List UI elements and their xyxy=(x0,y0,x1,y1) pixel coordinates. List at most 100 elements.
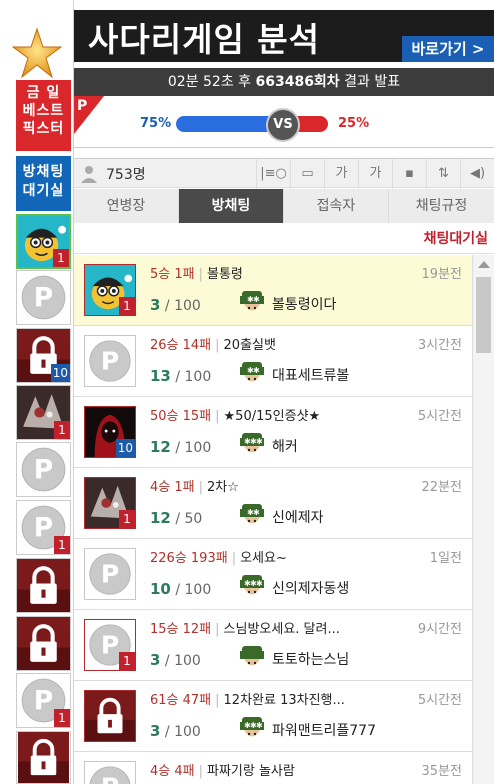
win-loss-record: 4승 1패 xyxy=(150,480,195,495)
room-avatar: P xyxy=(84,761,136,784)
room-header-line: 26승 14패 | 20출실뱃 xyxy=(150,334,276,353)
room-header-line: 5승 1패 | 볼통령 xyxy=(150,263,243,282)
room-row[interactable]: P 226승 193패 | 오세요~ 1일전 10 / 100 ✱ ✱ ✱ 신의제자동생 xyxy=(74,539,472,610)
result-announcement: 02분 52초 후 663486회차 결과 발표 xyxy=(74,68,494,96)
room-avatar: 1 xyxy=(84,477,136,529)
room-host: ✱ ✱ 대표세트류볼 xyxy=(238,362,349,386)
best-pickster-button[interactable]: 금 일 베스트 픽스터 xyxy=(16,80,71,151)
unread-badge: 1 xyxy=(54,421,70,439)
room-host: ✱ ✱ ✱ 파워맨트리플777 xyxy=(238,717,376,741)
default-p-avatar-icon: P xyxy=(85,762,135,784)
best-pickster-thumb[interactable]: P xyxy=(16,442,71,497)
star-icon xyxy=(12,27,62,79)
best-pickster-thumb[interactable] xyxy=(16,558,71,613)
font-small-icon[interactable]: 가 xyxy=(358,159,392,189)
room-row[interactable]: 1 5승 1패 | 볼통령 19분전 3 / 100 ✱ ✱ 볼통령이다 xyxy=(74,255,472,326)
shortcut-button[interactable]: 바로가기 > xyxy=(402,36,494,62)
svg-text:✱: ✱ xyxy=(253,508,260,517)
room-row[interactable]: 10 50승 15패 | ★50/15인증샷★ 5시간전 12 / 100 ✱ ✱ ✱ 해커 xyxy=(74,397,472,468)
chat-tabs: 연병장 방채팅 접속자 채팅규정 xyxy=(74,189,494,223)
max-count: 50 xyxy=(184,511,203,527)
win-loss-record: 50승 15패 xyxy=(150,409,212,424)
separator: | xyxy=(198,480,203,495)
default-p-avatar-icon: P xyxy=(17,443,70,496)
svg-text:✱: ✱ xyxy=(256,437,263,446)
tab-users[interactable]: 접속자 xyxy=(284,189,389,223)
room-time: 5시간전 xyxy=(417,409,462,424)
scroll-up-icon[interactable] xyxy=(478,261,490,268)
best-pickster-thumb[interactable]: P1 xyxy=(16,673,71,728)
unread-badge: 1 xyxy=(53,249,69,267)
best-pickster-thumb[interactable] xyxy=(16,731,71,784)
room-row[interactable]: P 26승 14패 | 20출실뱃 3시간전 13 / 100 ✱ ✱ 대표세트류볼 xyxy=(74,326,472,397)
current-count: 12 xyxy=(150,438,171,456)
best-pickster-thumb[interactable]: 10 xyxy=(16,328,71,383)
layout-icon[interactable]: |≡○ xyxy=(256,159,290,189)
sort-icon[interactable]: ⇅ xyxy=(426,159,460,189)
default-p-avatar-icon: P xyxy=(85,549,135,599)
announce-suffix: 결과 발표 xyxy=(344,74,401,90)
svg-text:✱: ✱ xyxy=(253,295,260,304)
scroll-thumb[interactable] xyxy=(476,277,491,353)
tab-room-chat[interactable]: 방채팅 xyxy=(179,189,284,223)
tab-chat-rules[interactable]: 채팅규정 xyxy=(389,189,494,223)
best-pickster-thumb[interactable]: 1 xyxy=(16,385,71,440)
best-pickster-thumb[interactable]: P xyxy=(16,270,71,325)
lock-icon xyxy=(85,691,135,741)
current-count: 3 xyxy=(150,296,161,314)
participant-count: 3 / 100 xyxy=(150,722,201,740)
best-pickster-thumb[interactable]: 1 xyxy=(16,214,71,269)
save-icon[interactable]: ▪ xyxy=(392,159,426,189)
scrollbar[interactable] xyxy=(472,255,494,784)
room-time: 19분전 xyxy=(421,267,462,282)
host-name: 볼통령이다 xyxy=(272,297,337,313)
room-row[interactable]: P 1 15승 12패 | 스님방오세요. 달려... 9시간전 3 / 100 토토하는스님 xyxy=(74,610,472,681)
speaker-icon[interactable]: ◀) xyxy=(460,159,494,189)
separator: | xyxy=(215,693,220,708)
room-row[interactable]: 61승 47패 | 12차완료 13차진행... 5시간전 3 / 100 ✱ ✱ ✱ 파워맨트… xyxy=(74,681,472,752)
unread-badge: 1 xyxy=(119,510,135,528)
window-icon[interactable]: ▭ xyxy=(290,159,324,189)
win-loss-record: 226승 193패 xyxy=(150,551,228,566)
font-large-icon[interactable]: 가 xyxy=(324,159,358,189)
svg-text:✱: ✱ xyxy=(256,721,263,730)
win-loss-record: 26승 14패 xyxy=(150,338,212,353)
best-pickster-thumb[interactable]: P1 xyxy=(16,500,71,555)
room-title: 파짜기랑 놀사람 xyxy=(207,764,295,779)
current-count: 10 xyxy=(150,580,171,598)
tab-barracks[interactable]: 연병장 xyxy=(74,189,179,223)
soldier-rank-icon: ✱ ✱ xyxy=(238,504,266,534)
ladder-analysis-banner[interactable]: 사다리게임 분석 바로가기 > xyxy=(74,10,494,62)
unread-badge: 1 xyxy=(119,652,135,670)
room-row[interactable]: P 4승 4패| 파짜기랑 놀사람 35분전 xyxy=(74,752,472,784)
separator: | xyxy=(198,764,203,779)
chat-waitroom-button[interactable]: 방채팅 대기실 xyxy=(16,156,71,211)
waitroom-line: 방채팅 xyxy=(22,164,65,180)
room-list: 1 5승 1패 | 볼통령 19분전 3 / 100 ✱ ✱ 볼통령이다 P 26승 14패 | 20출… xyxy=(74,255,472,784)
svg-text:P: P xyxy=(101,560,119,589)
left-sidebar: 금 일 베스트 픽스터 방채팅 대기실 1 P 10 1 P P 1 P 1 xyxy=(0,0,74,784)
main-panel: 사다리게임 분석 바로가기 > 02분 52초 후 663486회차 결과 발표… xyxy=(74,0,494,784)
room-time: 5시간전 xyxy=(417,693,462,708)
unread-badge: 10 xyxy=(115,439,135,457)
room-host: ✱ ✱ ✱ 신의제자동생 xyxy=(238,575,349,599)
win-loss-record: 4승 4패 xyxy=(150,764,195,779)
default-p-avatar-icon: P xyxy=(17,271,70,324)
room-avatar: P xyxy=(84,548,136,600)
participant-count: 10 / 100 xyxy=(150,580,212,598)
best-line: 금 일 xyxy=(26,85,61,101)
banner-title: 사다리게임 분석 xyxy=(88,20,321,59)
host-name: 해커 xyxy=(272,439,298,455)
best-pickster-thumb[interactable] xyxy=(16,616,71,671)
chat-waitroom-heading: 채팅대기실 xyxy=(74,224,494,254)
soldier-rank-icon: ✱ ✱ ✱ xyxy=(238,433,266,463)
svg-text:P: P xyxy=(34,513,53,544)
room-row[interactable]: 1 4승 1패 | 2차☆ 22분전 12 / 50 ✱ ✱ 신에제자 xyxy=(74,468,472,539)
current-count: 13 xyxy=(150,367,171,385)
unread-badge: 1 xyxy=(54,536,70,554)
unread-badge: 10 xyxy=(50,364,70,382)
svg-text:P: P xyxy=(101,773,119,784)
soldier-rank-icon xyxy=(238,646,266,676)
max-count: 100 xyxy=(174,724,201,740)
max-count: 100 xyxy=(174,298,201,314)
